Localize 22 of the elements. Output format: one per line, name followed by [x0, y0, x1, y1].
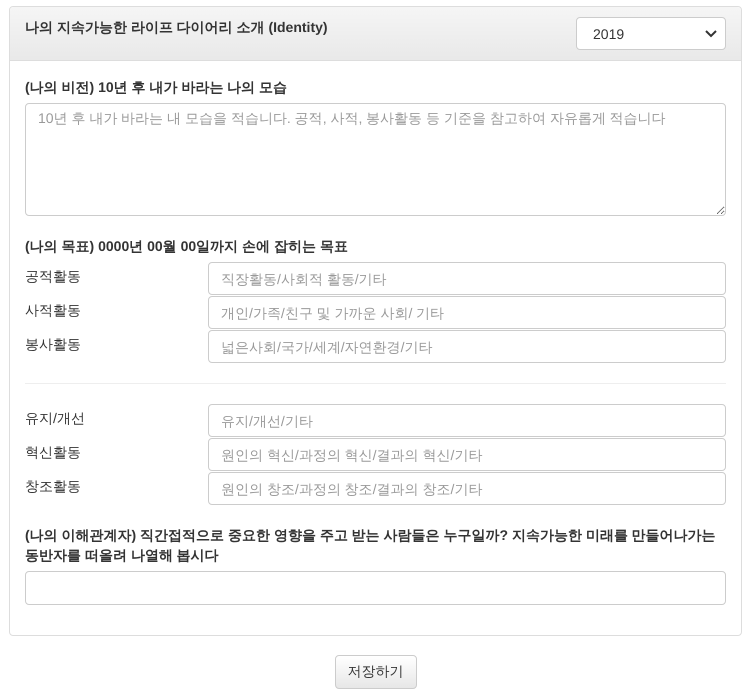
field-label: 공적활동 — [25, 267, 82, 286]
save-button[interactable]: 저장하기 — [334, 655, 416, 689]
field-label: 사적활동 — [25, 301, 82, 320]
input-field[interactable]: 직장활동/사회적 활동/기타 — [208, 262, 726, 295]
panel-title: 나의 지속가능한 라이프 다이어리 소개 (Identity) — [25, 19, 328, 37]
field-label: 창조활동 — [25, 477, 82, 496]
field-label: 봉사활동 — [25, 335, 82, 354]
input-field[interactable]: 원인의 혁신/과정의 혁신/결과의 혁신/기타 — [208, 438, 726, 471]
input-field[interactable]: 개인/가족/친구 및 가까운 사회/ 기타 — [208, 296, 726, 329]
input-field[interactable]: 넓은사회/국가/세계/자연환경/기타 — [208, 330, 726, 363]
input-field[interactable]: 원인의 창조/과정의 창조/결과의 창조/기타 — [208, 472, 726, 505]
chevron-down-icon — [705, 30, 717, 38]
field-label: 유지/개선 — [25, 409, 86, 428]
field-label: 혁신활동 — [25, 443, 82, 462]
input-field[interactable]: 유지/개선/기타 — [208, 404, 726, 437]
year-select[interactable]: 2019 — [576, 17, 726, 50]
vision-textarea[interactable]: 10년 후 내가 바라는 내 모습을 적습니다. 공적, 사적, 봉사활동 등 기준을 참고하여 자유롭게 적습니다 — [25, 103, 726, 216]
vision-label: (나의 비전) 10년 후 내가 바라는 나의 모습 — [25, 78, 288, 97]
stakeholders-label: (나의 이해관계자) 직간접적으로 중요한 영향을 주고 받는 사람들은 누구일까? 지속가능한 미래를 만들어나가는 동반자를 떠올려 나열해 봅시다 — [25, 526, 717, 565]
stakeholders-field[interactable] — [25, 571, 726, 605]
goals-label: (나의 목표) 0000년 00월 00일까지 손에 잡히는 목표 — [25, 237, 349, 256]
year-value: 2019 — [593, 26, 624, 42]
